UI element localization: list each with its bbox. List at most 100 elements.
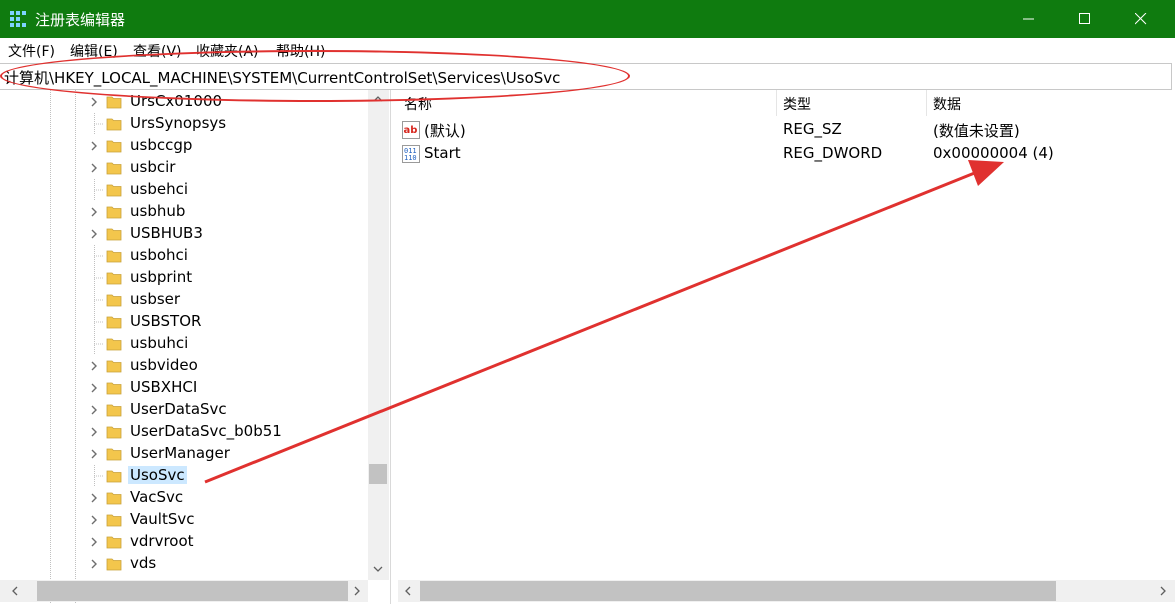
chevron-right-icon[interactable]: [90, 382, 98, 394]
tree-item[interactable]: usbprint: [0, 267, 368, 289]
minimize-button[interactable]: [1006, 0, 1052, 38]
tree-item[interactable]: UserManager: [0, 443, 368, 465]
tree-horizontal-scrollbar[interactable]: [0, 580, 368, 602]
folder-icon: [106, 470, 122, 483]
folder-icon: [106, 228, 122, 241]
values-horizontal-scrollbar[interactable]: [398, 580, 1175, 602]
folder-icon: [106, 536, 122, 549]
tree-item-label[interactable]: VaultSvc: [128, 510, 197, 528]
tree-item[interactable]: usbvideo: [0, 355, 368, 377]
tree-item[interactable]: usbhub: [0, 201, 368, 223]
registry-app-icon: [10, 11, 26, 27]
tree-item[interactable]: UrsCx01000: [0, 91, 368, 113]
address-bar[interactable]: 计算机\HKEY_LOCAL_MACHINE\SYSTEM\CurrentCon…: [0, 63, 1172, 90]
menu-file[interactable]: 文件(F): [8, 41, 55, 61]
tree-item[interactable]: USBXHCI: [0, 377, 368, 399]
maximize-button[interactable]: [1062, 0, 1108, 38]
tree-item-label[interactable]: usbprint: [128, 268, 194, 286]
tree-item[interactable]: VaultSvc: [0, 509, 368, 531]
tree-item-label[interactable]: UserManager: [128, 444, 232, 462]
tree-connector: [94, 113, 104, 135]
tree-item-label[interactable]: vdrvroot: [128, 532, 196, 550]
tree-item-label[interactable]: VacSvc: [128, 488, 185, 506]
column-separator[interactable]: [926, 90, 927, 116]
tree-item[interactable]: usbohci: [0, 245, 368, 267]
value-name: (默认): [424, 122, 466, 140]
tree-item-label[interactable]: usbehci: [128, 180, 190, 198]
value-type: REG_SZ: [783, 120, 842, 138]
chevron-right-icon[interactable]: [90, 140, 98, 152]
maximize-icon: [1079, 13, 1090, 24]
tree-item[interactable]: UrsSynopsys: [0, 113, 368, 135]
tree-item-label[interactable]: USBXHCI: [128, 378, 199, 396]
tree-item-label[interactable]: UrsSynopsys: [128, 114, 228, 132]
menu-view[interactable]: 查看(V): [133, 41, 182, 61]
menu-edit[interactable]: 编辑(E): [70, 41, 118, 61]
tree-connector: [94, 245, 104, 267]
chevron-right-icon[interactable]: [90, 360, 98, 372]
tree-connector: [94, 333, 104, 355]
column-header-type[interactable]: 类型: [783, 94, 811, 114]
folder-icon: [106, 426, 122, 439]
tree-item-label[interactable]: usbohci: [128, 246, 190, 264]
values-list[interactable]: 名称 类型 数据 ab (默认) REG_SZ (数值未设置) 011 110 …: [398, 90, 1175, 580]
column-header-name[interactable]: 名称: [404, 94, 432, 114]
tree-item-label[interactable]: UrsCx01000: [128, 92, 224, 110]
tree-item[interactable]: vdrvroot: [0, 531, 368, 553]
tree-item-label[interactable]: usbccgp: [128, 136, 194, 154]
menu-favorites[interactable]: 收藏夹(A): [196, 41, 259, 61]
column-header-data[interactable]: 数据: [933, 94, 961, 114]
chevron-right-icon[interactable]: [90, 514, 98, 526]
chevron-right-icon[interactable]: [90, 558, 98, 570]
address-path[interactable]: 计算机\HKEY_LOCAL_MACHINE\SYSTEM\CurrentCon…: [4, 67, 560, 88]
tree-item-label[interactable]: usbser: [128, 290, 182, 308]
tree-item[interactable]: usbcir: [0, 157, 368, 179]
folder-icon: [106, 404, 122, 417]
tree-item[interactable]: VacSvc: [0, 487, 368, 509]
chevron-right-icon[interactable]: [90, 536, 98, 548]
chevron-right-icon[interactable]: [90, 162, 98, 174]
tree-item-label[interactable]: UserDataSvc: [128, 400, 229, 418]
chevron-right-icon[interactable]: [90, 426, 98, 438]
column-separator[interactable]: [776, 90, 777, 116]
tree-item[interactable]: UserDataSvc: [0, 399, 368, 421]
chevron-right-icon[interactable]: [90, 448, 98, 460]
chevron-right-icon[interactable]: [90, 228, 98, 240]
chevron-right-icon[interactable]: [90, 404, 98, 416]
folder-icon: [106, 118, 122, 131]
folder-icon: [106, 338, 122, 351]
tree-item[interactable]: usbccgp: [0, 135, 368, 157]
tree-item-label[interactable]: UsoSvc: [128, 466, 187, 484]
tree-item-label[interactable]: usbuhci: [128, 334, 190, 352]
tree-item[interactable]: UserDataSvc_b0b51: [0, 421, 368, 443]
svg-text:ab: ab: [404, 125, 418, 136]
chevron-right-icon[interactable]: [90, 206, 98, 218]
tree-item-label[interactable]: UserDataSvc_b0b51: [128, 422, 284, 440]
tree-item-label[interactable]: USBSTOR: [128, 312, 203, 330]
value-data: 0x00000004 (4): [933, 144, 1054, 162]
tree-item-label[interactable]: usbhub: [128, 202, 187, 220]
tree-item-label[interactable]: usbcir: [128, 158, 177, 176]
chevron-right-icon[interactable]: [90, 96, 98, 108]
value-row-default[interactable]: ab (默认) REG_SZ (数值未设置): [398, 118, 1175, 142]
tree-item[interactable]: USBHUB3: [0, 223, 368, 245]
title-bar[interactable]: 注册表编辑器: [0, 0, 1175, 38]
folder-icon: [106, 206, 122, 219]
tree-vertical-scrollbar[interactable]: [368, 90, 389, 580]
menu-help[interactable]: 帮助(H): [276, 41, 325, 61]
tree-item-label[interactable]: usbvideo: [128, 356, 200, 374]
value-row-start[interactable]: 011 110 Start REG_DWORD 0x00000004 (4): [398, 142, 1175, 166]
tree-hscroll-arrows: [12, 581, 360, 601]
tree-item[interactable]: USBSTOR: [0, 311, 368, 333]
folder-icon: [106, 96, 122, 109]
tree-item[interactable]: usbser: [0, 289, 368, 311]
tree-item[interactable]: UsoSvc: [0, 465, 368, 487]
tree-item[interactable]: usbuhci: [0, 333, 368, 355]
close-button[interactable]: [1118, 0, 1164, 38]
tree-item[interactable]: usbehci: [0, 179, 368, 201]
tree-item[interactable]: vds: [0, 553, 368, 575]
key-tree[interactable]: UrsCx01000 UrsSynopsys usbccgp usbcir usbehc…: [0, 90, 391, 604]
tree-item-label[interactable]: USBHUB3: [128, 224, 205, 242]
tree-item-label[interactable]: vds: [128, 554, 158, 572]
chevron-right-icon[interactable]: [90, 492, 98, 504]
